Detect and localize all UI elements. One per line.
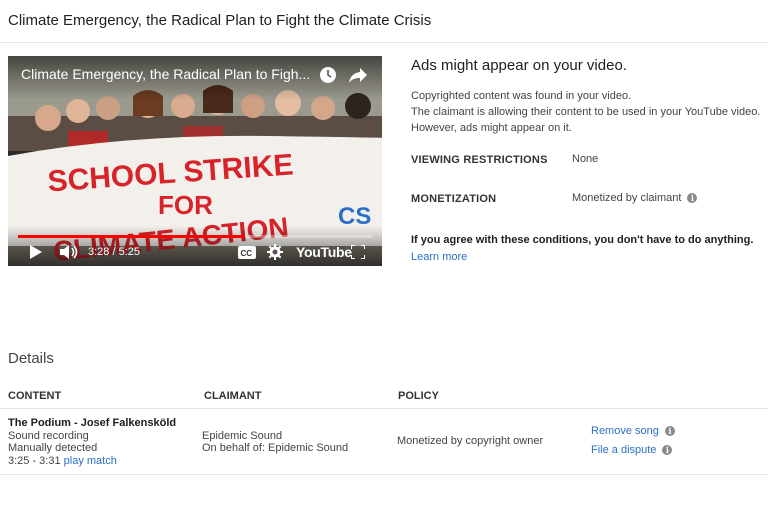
content-type: Sound recording [8,430,89,442]
clock-icon[interactable] [319,66,337,84]
remove-song-label: Remove song [591,425,659,437]
viewing-restrictions-label: VIEWING RESTRICTIONS [411,154,548,166]
banner-line-2: FOR [158,190,213,220]
progress-bar[interactable] [18,235,372,238]
volume-button[interactable] [58,243,80,261]
video-player[interactable]: SCHOOL STRIKE FOR CLIMATE ACTION CS Clim… [8,56,382,266]
time-separator: / [112,246,116,258]
policy-value: Monetized by copyright owner [397,435,544,447]
monetization-text: Monetized by claimant [572,192,682,204]
info-line-1: Copyrighted content was found in your vi… [411,90,632,102]
monetization-value: Monetized by claimant i [572,192,698,204]
fullscreen-button[interactable] [348,243,368,261]
info-icon[interactable]: i [687,193,698,203]
info-line-2: The claimant is allowing their content t… [411,106,761,118]
claimant-behalf: On behalf of: Epidemic Sound [202,442,349,454]
file-dispute-label: File a dispute [591,444,657,456]
detection-method: Manually detected [8,442,98,454]
video-title[interactable]: Climate Emergency, the Radical Plan to F… [21,66,310,82]
remove-song-button[interactable]: Remove song i [591,425,675,437]
volume-icon [60,245,78,259]
claimant-name: Epidemic Sound [202,430,283,442]
settings-button[interactable] [264,243,286,261]
info-icon[interactable]: i [664,426,675,436]
file-dispute-button[interactable]: File a dispute i [591,444,673,456]
monetization-label: MONETIZATION [411,193,497,205]
time-current: 3:28 [88,246,110,258]
title-divider [0,42,768,43]
column-header-content: CONTENT [8,390,62,402]
time-readout: 3:28 / 5:25 [88,246,140,258]
header-divider [0,408,768,409]
youtube-logo[interactable]: YouTube [296,244,352,260]
column-header-claimant: CLAIMANT [204,390,262,402]
viewing-restrictions-value: None [572,153,598,165]
cc-icon: CC [238,245,256,259]
viewing-restrictions-text: None [572,153,599,165]
captions-button[interactable]: CC [236,243,258,261]
details-heading: Details [8,350,54,367]
play-icon [30,245,42,259]
fullscreen-icon [351,245,365,259]
ads-heading: Ads might appear on your video. [411,57,627,74]
row-divider [0,474,768,475]
progress-fill [18,235,245,238]
info-line-3: However, ads might appear on it. [411,122,572,134]
time-range: 3:25 - 3:31 [8,455,61,467]
page-title: Climate Emergency, the Radical Plan to F… [8,12,432,29]
svg-text:CC: CC [241,249,253,258]
match-time: 3:25 - 3:31 play match [8,455,117,467]
time-total: 5:25 [118,246,141,258]
play-match-link[interactable]: play match [64,455,117,467]
play-button[interactable] [26,243,46,261]
content-title: The Podium - Josef Falkenskö​ld [8,417,177,429]
learn-more-link[interactable]: Learn more [411,251,467,263]
column-header-policy: POLICY [398,390,439,402]
gear-icon [267,244,283,260]
info-icon[interactable]: i [662,445,673,455]
share-icon[interactable] [348,66,368,84]
agree-text: If you agree with these conditions, you … [411,234,754,246]
